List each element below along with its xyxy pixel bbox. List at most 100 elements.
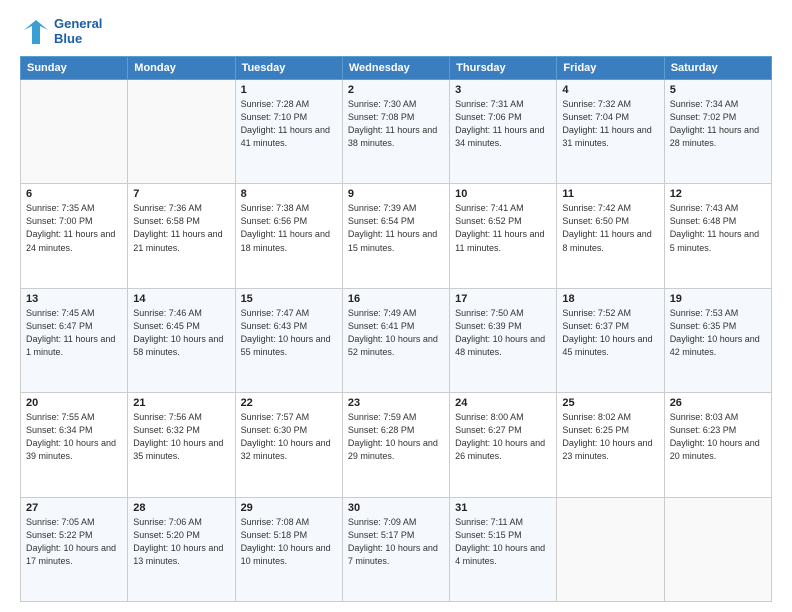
table-cell: 14Sunrise: 7:46 AMSunset: 6:45 PMDayligh… (128, 288, 235, 392)
day-info: Sunrise: 7:39 AMSunset: 6:54 PMDaylight:… (348, 202, 444, 254)
day-number: 7 (133, 188, 229, 200)
table-cell: 13 Sunrise: 7:45 AMSunset: 6:47 PMDayligh… (21, 288, 128, 392)
header-tuesday: Tuesday (235, 57, 342, 80)
logo: General Blue (20, 16, 102, 48)
table-cell: 17 Sunrise: 7:50 AMSunset: 6:39 PMDayligh… (450, 288, 557, 392)
day-number: 29 (241, 502, 337, 514)
day-info: Sunrise: 7:53 AMSunset: 6:35 PMDaylight:… (670, 307, 766, 359)
table-cell: 25 Sunrise: 8:02 AMSunset: 6:25 PMDayligh… (557, 393, 664, 497)
day-info: Sunrise: 7:49 AMSunset: 6:41 PMDaylight:… (348, 307, 444, 359)
day-info: Sunrise: 7:59 AMSunset: 6:28 PMDaylight:… (348, 411, 444, 463)
logo-bird-icon (20, 16, 52, 48)
table-cell: 29 Sunrise: 7:08 AMSunset: 5:18 PMDayligh… (235, 497, 342, 601)
day-info: Sunrise: 7:42 AMSunset: 6:50 PMDaylight:… (562, 202, 658, 254)
day-info: Sunrise: 7:28 AMSunset: 7:10 PMDaylight:… (241, 98, 337, 150)
table-cell: 20 Sunrise: 7:55 AMSunset: 6:34 PMDayligh… (21, 393, 128, 497)
day-number: 18 (562, 293, 658, 305)
table-cell: 27Sunrise: 7:05 AMSunset: 5:22 PMDayligh… (21, 497, 128, 601)
day-number: 6 (26, 188, 122, 200)
day-number: 3 (455, 84, 551, 96)
header-friday: Friday (557, 57, 664, 80)
table-cell: 21 Sunrise: 7:56 AMSunset: 6:32 PMDayligh… (128, 393, 235, 497)
week-row-5: 27Sunrise: 7:05 AMSunset: 5:22 PMDayligh… (21, 497, 772, 601)
day-number: 9 (348, 188, 444, 200)
day-info: Sunrise: 7:08 AMSunset: 5:18 PMDaylight:… (241, 516, 337, 568)
header-monday: Monday (128, 57, 235, 80)
day-number: 13 (26, 293, 122, 305)
day-number: 22 (241, 397, 337, 409)
day-number: 16 (348, 293, 444, 305)
week-row-4: 20 Sunrise: 7:55 AMSunset: 6:34 PMDayligh… (21, 393, 772, 497)
day-info: Sunrise: 8:03 AMSunset: 6:23 PMDaylight:… (670, 411, 766, 463)
table-cell (664, 497, 771, 601)
day-info: Sunrise: 7:34 AMSunset: 7:02 PMDaylight:… (670, 98, 766, 150)
day-number: 10 (455, 188, 551, 200)
day-info: Sunrise: 7:30 AMSunset: 7:08 PMDaylight:… (348, 98, 444, 150)
day-info: Sunrise: 7:50 AMSunset: 6:39 PMDaylight:… (455, 307, 551, 359)
header-row: SundayMondayTuesdayWednesdayThursdayFrid… (21, 57, 772, 80)
calendar-table: SundayMondayTuesdayWednesdayThursdayFrid… (20, 56, 772, 602)
table-cell (128, 80, 235, 184)
day-info: Sunrise: 7:31 AMSunset: 7:06 PMDaylight:… (455, 98, 551, 150)
table-cell: 24 Sunrise: 8:00 AMSunset: 6:27 PMDayligh… (450, 393, 557, 497)
day-number: 17 (455, 293, 551, 305)
day-info: Sunrise: 7:57 AMSunset: 6:30 PMDaylight:… (241, 411, 337, 463)
day-number: 28 (133, 502, 229, 514)
table-cell: 6 Sunrise: 7:35 AMSunset: 7:00 PMDaylight… (21, 184, 128, 288)
table-cell: 31Sunrise: 7:11 AMSunset: 5:15 PMDayligh… (450, 497, 557, 601)
day-number: 5 (670, 84, 766, 96)
table-cell: 26 Sunrise: 8:03 AMSunset: 6:23 PMDayligh… (664, 393, 771, 497)
day-number: 26 (670, 397, 766, 409)
day-number: 24 (455, 397, 551, 409)
logo-blue: Blue (54, 32, 102, 47)
day-info: Sunrise: 7:52 AMSunset: 6:37 PMDaylight:… (562, 307, 658, 359)
calendar-header: SundayMondayTuesdayWednesdayThursdayFrid… (21, 57, 772, 80)
day-info: Sunrise: 7:47 AMSunset: 6:43 PMDaylight:… (241, 307, 337, 359)
day-number: 23 (348, 397, 444, 409)
week-row-3: 13 Sunrise: 7:45 AMSunset: 6:47 PMDayligh… (21, 288, 772, 392)
day-number: 27 (26, 502, 122, 514)
day-number: 25 (562, 397, 658, 409)
table-cell: 10Sunrise: 7:41 AMSunset: 6:52 PMDayligh… (450, 184, 557, 288)
day-number: 21 (133, 397, 229, 409)
table-cell: 28 Sunrise: 7:06 AMSunset: 5:20 PMDayligh… (128, 497, 235, 601)
table-cell: 2Sunrise: 7:30 AMSunset: 7:08 PMDaylight… (342, 80, 449, 184)
day-number: 12 (670, 188, 766, 200)
table-cell: 18 Sunrise: 7:52 AMSunset: 6:37 PMDayligh… (557, 288, 664, 392)
table-cell: 1 Sunrise: 7:28 AMSunset: 7:10 PMDaylight… (235, 80, 342, 184)
table-cell: 12 Sunrise: 7:43 AMSunset: 6:48 PMDayligh… (664, 184, 771, 288)
day-info: Sunrise: 7:43 AMSunset: 6:48 PMDaylight:… (670, 202, 766, 254)
day-info: Sunrise: 7:35 AMSunset: 7:00 PMDaylight:… (26, 202, 122, 254)
day-info: Sunrise: 7:55 AMSunset: 6:34 PMDaylight:… (26, 411, 122, 463)
day-number: 1 (241, 84, 337, 96)
day-info: Sunrise: 7:46 AMSunset: 6:45 PMDaylight:… (133, 307, 229, 359)
table-cell: 9 Sunrise: 7:39 AMSunset: 6:54 PMDaylight… (342, 184, 449, 288)
day-info: Sunrise: 7:45 AMSunset: 6:47 PMDaylight:… (26, 307, 122, 359)
logo-general: General (54, 17, 102, 32)
table-cell: 19 Sunrise: 7:53 AMSunset: 6:35 PMDayligh… (664, 288, 771, 392)
day-info: Sunrise: 7:56 AMSunset: 6:32 PMDaylight:… (133, 411, 229, 463)
day-info: Sunrise: 7:06 AMSunset: 5:20 PMDaylight:… (133, 516, 229, 568)
day-info: Sunrise: 7:36 AMSunset: 6:58 PMDaylight:… (133, 202, 229, 254)
table-cell (21, 80, 128, 184)
day-number: 31 (455, 502, 551, 514)
table-cell: 15Sunrise: 7:47 AMSunset: 6:43 PMDayligh… (235, 288, 342, 392)
day-info: Sunrise: 7:38 AMSunset: 6:56 PMDaylight:… (241, 202, 337, 254)
day-info: Sunrise: 8:00 AMSunset: 6:27 PMDaylight:… (455, 411, 551, 463)
day-number: 20 (26, 397, 122, 409)
header-wednesday: Wednesday (342, 57, 449, 80)
day-number: 19 (670, 293, 766, 305)
header-saturday: Saturday (664, 57, 771, 80)
week-row-1: 1 Sunrise: 7:28 AMSunset: 7:10 PMDaylight… (21, 80, 772, 184)
table-cell: 23 Sunrise: 7:59 AMSunset: 6:28 PMDayligh… (342, 393, 449, 497)
header-thursday: Thursday (450, 57, 557, 80)
day-number: 4 (562, 84, 658, 96)
table-cell: 5 Sunrise: 7:34 AMSunset: 7:02 PMDaylight… (664, 80, 771, 184)
header: General Blue (20, 16, 772, 48)
day-info: Sunrise: 8:02 AMSunset: 6:25 PMDaylight:… (562, 411, 658, 463)
table-cell: 16 Sunrise: 7:49 AMSunset: 6:41 PMDayligh… (342, 288, 449, 392)
table-cell: 8 Sunrise: 7:38 AMSunset: 6:56 PMDaylight… (235, 184, 342, 288)
calendar-body: 1 Sunrise: 7:28 AMSunset: 7:10 PMDaylight… (21, 80, 772, 602)
header-sunday: Sunday (21, 57, 128, 80)
day-number: 8 (241, 188, 337, 200)
